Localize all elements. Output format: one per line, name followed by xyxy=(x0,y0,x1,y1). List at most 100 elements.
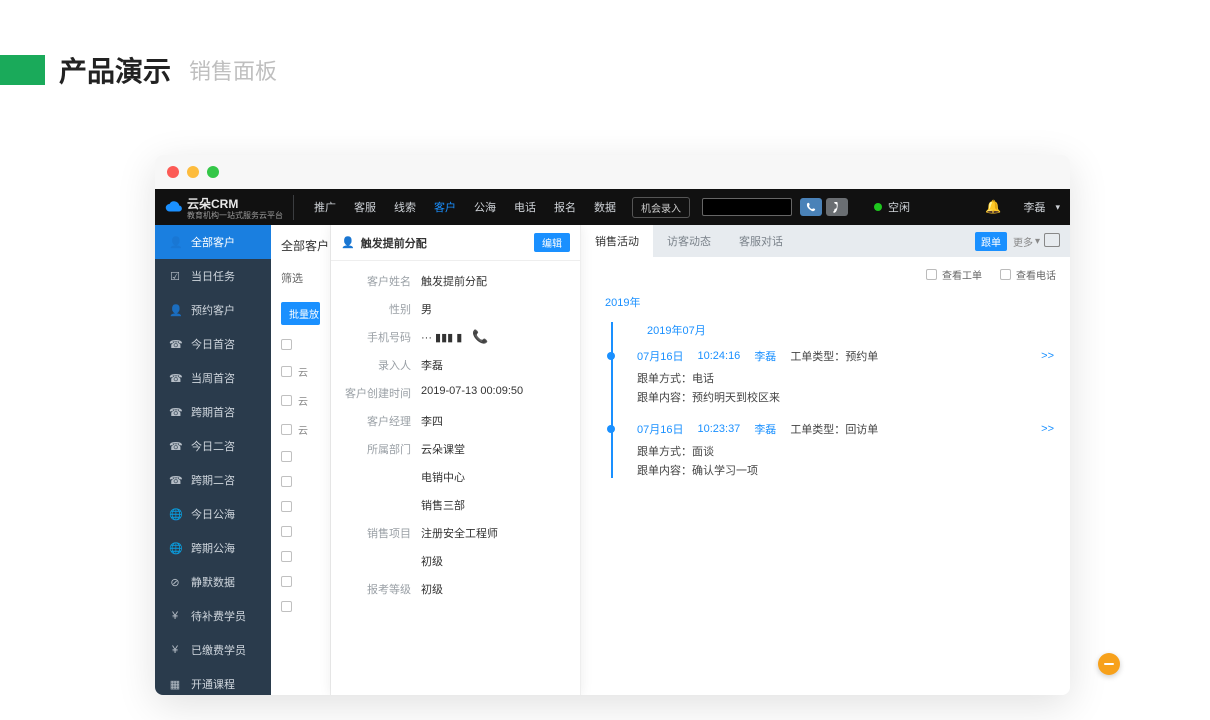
mute-icon: ⊘ xyxy=(169,576,181,589)
maximize-dot-icon[interactable] xyxy=(207,166,219,178)
tl-date: 07月16日 xyxy=(637,421,683,437)
field-customer-name: 触发提前分配 xyxy=(421,273,570,289)
list-item[interactable] xyxy=(281,501,320,512)
checkbox-icon[interactable] xyxy=(281,424,292,435)
field-gender: 男 xyxy=(421,301,570,317)
nav-leads[interactable]: 线索 xyxy=(386,199,424,215)
batch-release-button[interactable]: 批量放 xyxy=(281,302,320,325)
status-text: 空闲 xyxy=(888,199,910,215)
hangup-button[interactable] xyxy=(826,198,848,216)
nav-promo[interactable]: 推广 xyxy=(306,199,344,215)
tl-date: 07月16日 xyxy=(637,348,683,364)
chevron-down-icon[interactable]: ▾ xyxy=(1055,202,1060,213)
timeline-item[interactable]: 07月16日 10:24:16 李磊 工单类型：预约单 >> 跟单方式：电话 跟… xyxy=(631,348,1054,405)
field-exam-level: 初级 xyxy=(421,581,570,597)
call-icon: ☎ xyxy=(169,338,181,351)
view-ticket-checkbox[interactable]: 查看工单 xyxy=(926,267,982,282)
sidebar-item-appointment[interactable]: 👤 预约客户 xyxy=(155,293,271,327)
checkbox-icon[interactable] xyxy=(281,501,292,512)
opportunity-entry-button[interactable]: 机会录入 xyxy=(632,197,690,218)
checkbox-icon[interactable] xyxy=(281,395,292,406)
checkbox-icon[interactable] xyxy=(281,551,292,562)
tab-visitor[interactable]: 访客动态 xyxy=(653,225,725,257)
popout-icon[interactable] xyxy=(1046,235,1060,247)
nav-phone[interactable]: 电话 xyxy=(506,199,544,215)
tl-follow-content: 预约明天到校区来 xyxy=(692,392,780,404)
sidebar-item-today-tasks[interactable]: ☑ 当日任务 xyxy=(155,259,271,293)
sidebar-item-cross-pool[interactable]: 🌐 跨期公海 xyxy=(155,531,271,565)
list-item[interactable]: 云 xyxy=(281,364,320,379)
sidebar-item-label: 跨期公海 xyxy=(191,540,235,556)
call-icon: ☎ xyxy=(169,406,181,419)
sidebar-item-label: 今日公海 xyxy=(191,506,235,522)
phone-down-icon xyxy=(832,202,843,213)
checkbox-icon[interactable] xyxy=(281,451,292,462)
list-item[interactable] xyxy=(281,451,320,462)
dial-phone-icon[interactable]: 📞 xyxy=(472,329,488,344)
minimize-dot-icon[interactable] xyxy=(187,166,199,178)
activity-tabs: 销售活动 访客动态 客服对话 跟单 更多▾ xyxy=(581,225,1070,257)
list-item[interactable] xyxy=(281,551,320,562)
checkbox-icon[interactable] xyxy=(281,526,292,537)
field-project: 注册安全工程师 xyxy=(421,525,570,541)
list-item[interactable]: 云 xyxy=(281,393,320,408)
field-entry-user: 李磊 xyxy=(421,357,570,373)
checkbox-icon[interactable] xyxy=(281,601,292,612)
bell-icon[interactable]: 🔔 xyxy=(985,199,1001,215)
list-item[interactable] xyxy=(281,526,320,537)
tab-sales-activity[interactable]: 销售活动 xyxy=(581,225,653,257)
sidebar-item-cross-first[interactable]: ☎ 跨期首咨 xyxy=(155,395,271,429)
list-item[interactable]: 云 xyxy=(281,422,320,437)
checkbox-icon[interactable] xyxy=(281,576,292,587)
timeline-item[interactable]: 07月16日 10:23:37 李磊 工单类型：回访单 >> 跟单方式：面谈 跟… xyxy=(631,421,1054,478)
tl-time: 10:23:37 xyxy=(697,423,740,435)
user-icon: 👤 xyxy=(169,236,181,249)
nav-service[interactable]: 客服 xyxy=(346,199,384,215)
sidebar-item-all-customers[interactable]: 👤 全部客户 xyxy=(155,225,271,259)
expand-link[interactable]: >> xyxy=(1041,423,1054,435)
sidebar-item-week-first[interactable]: ☎ 当周首咨 xyxy=(155,361,271,395)
page-title: 产品演示 xyxy=(59,50,171,90)
user-name[interactable]: 李磊 xyxy=(1023,199,1045,215)
nav-data[interactable]: 数据 xyxy=(586,199,624,215)
edit-button[interactable]: 编辑 xyxy=(534,233,570,252)
window-titlebar xyxy=(155,155,1070,189)
view-call-checkbox[interactable]: 查看电话 xyxy=(1000,267,1056,282)
close-dot-icon[interactable] xyxy=(167,166,179,178)
follow-order-button[interactable]: 跟单 xyxy=(975,232,1007,251)
checkbox-icon[interactable] xyxy=(281,366,292,377)
filter-label[interactable]: 筛选 xyxy=(281,270,320,286)
more-dropdown[interactable]: 更多▾ xyxy=(1013,234,1040,249)
sidebar-item-paid[interactable]: ¥ 已缴费学员 xyxy=(155,633,271,667)
checkbox-icon[interactable] xyxy=(281,339,292,350)
expand-link[interactable]: >> xyxy=(1041,350,1054,362)
sidebar-item-open-course[interactable]: ▦ 开通课程 xyxy=(155,667,271,695)
floating-action-button[interactable] xyxy=(1098,653,1120,675)
tl-follow-way: 面谈 xyxy=(692,446,714,458)
nav-signup[interactable]: 报名 xyxy=(546,199,584,215)
activity-panel: 销售活动 访客动态 客服对话 跟单 更多▾ 查看工单 查看电话 2019年 xyxy=(581,225,1070,695)
fee-icon: ¥ xyxy=(169,610,181,622)
dial-button[interactable] xyxy=(800,198,822,216)
list-header-row[interactable] xyxy=(281,339,320,350)
tl-user: 李磊 xyxy=(754,348,776,364)
nav-customers[interactable]: 客户 xyxy=(426,199,464,215)
sidebar-item-label: 今日二咨 xyxy=(191,438,235,454)
sidebar-item-silent[interactable]: ⊘ 静默数据 xyxy=(155,565,271,599)
list-item[interactable] xyxy=(281,476,320,487)
list-item[interactable] xyxy=(281,576,320,587)
timeline-month: 2019年07月 xyxy=(647,322,1054,338)
nav-pool[interactable]: 公海 xyxy=(466,199,504,215)
checkbox-icon[interactable] xyxy=(281,476,292,487)
tab-chat[interactable]: 客服对话 xyxy=(725,225,797,257)
sidebar-item-today-first[interactable]: ☎ 今日首咨 xyxy=(155,327,271,361)
sidebar-item-pending-fee[interactable]: ¥ 待补费学员 xyxy=(155,599,271,633)
sidebar-item-today-pool[interactable]: 🌐 今日公海 xyxy=(155,497,271,531)
list-item[interactable] xyxy=(281,601,320,612)
sidebar-item-cross-second[interactable]: ☎ 跨期二咨 xyxy=(155,463,271,497)
sidebar-item-today-second[interactable]: ☎ 今日二咨 xyxy=(155,429,271,463)
search-input[interactable] xyxy=(702,198,792,216)
timeline-year: 2019年 xyxy=(605,294,1054,310)
customer-detail-panel: 👤 触发提前分配 编辑 客户姓名触发提前分配 性别男 手机号码··· ▮▮▮ ▮… xyxy=(331,225,581,695)
field-phone: ··· ▮▮▮ ▮📞 xyxy=(421,329,570,345)
